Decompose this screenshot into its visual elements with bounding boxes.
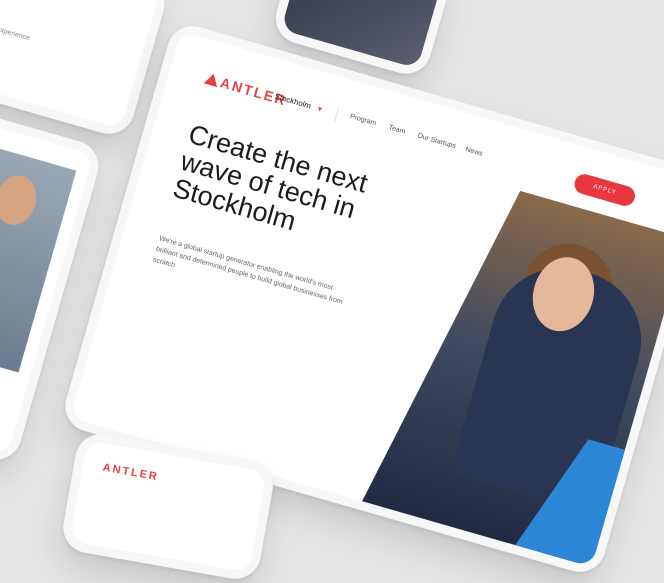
nav-our-startups[interactable]: Our Startups — [417, 132, 457, 150]
nav-program[interactable]: Program — [349, 113, 377, 127]
nav-team[interactable]: Team — [388, 124, 406, 135]
nav-news[interactable]: News — [465, 146, 484, 158]
top-left-text: and development experience in machine le… — [0, 25, 31, 43]
top-left-screen: and development experience in machine le… — [0, 0, 160, 129]
top-left-tablet: and development experience in machine le… — [0, 0, 171, 140]
nav-divider — [333, 107, 340, 124]
bottom-screen: ANTLER — [69, 440, 267, 573]
logo-mark-icon — [204, 72, 221, 87]
hero-subtext: We're a global startup generator enablin… — [152, 235, 344, 306]
city-label: Stockholm — [273, 91, 313, 111]
antler-logo[interactable]: ANTLER — [203, 70, 289, 109]
chevron-down-icon: ▼ — [315, 105, 324, 115]
bottom-logo: ANTLER — [101, 461, 160, 484]
man-photo — [0, 137, 77, 373]
apply-button[interactable]: APPLY — [572, 171, 638, 209]
hero-headline: Create the next wave of tech in Stockhol… — [169, 118, 371, 237]
